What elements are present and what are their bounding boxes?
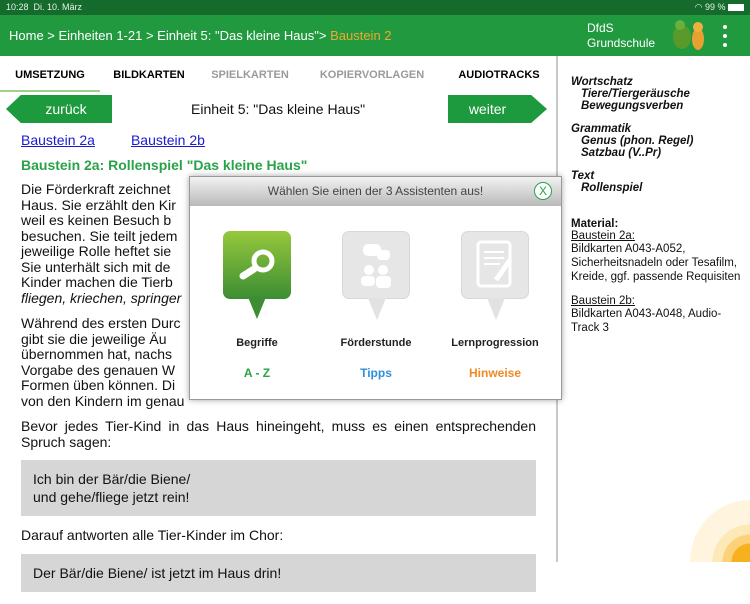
option-begriffe[interactable]: [202, 231, 312, 319]
tab-bar: UMSETZUNG BILDKARTEN SPIELKARTEN KOPIERV…: [0, 56, 556, 92]
baustein-links: Baustein 2a Baustein 2b: [21, 132, 241, 148]
text-line: fliegen, kriechen, springer: [21, 289, 182, 306]
app-header: Home > Einheiten 1-21 > Einheit 5: "Das …: [0, 15, 750, 56]
heading-text: Text: [571, 170, 595, 182]
brand-line1: DfdS: [587, 21, 614, 35]
text-line: Formen üben können. Di: [21, 377, 176, 393]
paragraph: Darauf antworten alle Tier-Kinder im Cho…: [21, 527, 284, 543]
brand: DfdS Grundschule: [587, 21, 655, 51]
breadcrumb[interactable]: Home > Einheiten 1-21 > Einheit 5: "Das …: [9, 28, 392, 43]
text-line: Die Förderkraft zeichnet: [21, 181, 171, 197]
quote-box: Der Bär/die Biene/ ist jetzt im Haus dri…: [21, 553, 536, 592]
chat-people-icon[interactable]: [342, 231, 410, 320]
link-baustein-2a[interactable]: Baustein 2a: [21, 132, 95, 148]
text-line: weil es keinen Besuch b: [21, 212, 172, 228]
breadcrumb-current: Baustein 2: [330, 28, 392, 43]
material-b2a-label: Baustein 2a:: [571, 230, 635, 242]
back-button[interactable]: zurück: [6, 95, 112, 123]
heading-material: Material:: [571, 218, 619, 230]
back-label: zurück: [45, 101, 87, 117]
heading-wortschatz: Wortschatz: [571, 76, 633, 88]
unit-title: Einheit 5: "Das kleine Haus": [191, 101, 366, 117]
next-label: weiter: [468, 101, 507, 117]
quote-box: Ich bin der Bär/die Biene/und gehe/flieg…: [21, 460, 536, 516]
next-button[interactable]: weiter: [448, 95, 547, 123]
tab-spielkarten[interactable]: SPIELKARTEN: [198, 56, 302, 92]
mascot-logo: [673, 20, 704, 50]
quote-line: und gehe/fliege jetzt rein!: [33, 489, 190, 505]
text-line: besuchen. Sie teilt jedem: [21, 227, 178, 244]
dialog-title: Wählen Sie einen der 3 Assistenten aus!: [190, 177, 561, 206]
assistant-dialog: Wählen Sie einen der 3 Assistenten aus! …: [189, 176, 562, 400]
status-bar: 10:28 Di. 10. März ◠ 99 %: [0, 0, 750, 15]
text-line: Sie unterhält sich mit de: [21, 258, 171, 275]
info-sidebar: Wortschatz Tiere/Tiergeräusche Bewegungs…: [556, 56, 750, 562]
heading-grammatik: Grammatik: [571, 123, 632, 135]
item: Satzbau (V..Pr): [581, 147, 662, 159]
close-button[interactable]: X: [534, 182, 552, 200]
battery-icon: [728, 4, 744, 12]
tab-umsetzung[interactable]: UMSETZUNG: [0, 56, 100, 92]
status-time: 10:28: [6, 2, 29, 12]
tab-bildkarten[interactable]: BILDKARTEN: [100, 56, 198, 92]
material-b2b-text: Bildkarten A043-A048, Audio-Track 3: [571, 308, 722, 334]
material-b2a-text: Bildkarten A043-A052, Sicherheitsnadeln …: [571, 243, 741, 283]
tab-kopiervorlagen[interactable]: KOPIERVORLAGEN: [302, 56, 442, 92]
text-line: Während des ersten Durc: [21, 315, 181, 331]
document-edit-icon[interactable]: [461, 231, 529, 320]
more-menu-icon[interactable]: [720, 25, 730, 47]
text-line: Vorgabe des genauen W: [21, 361, 176, 378]
option-label[interactable]: Förderstunde: [321, 337, 431, 349]
option-sub[interactable]: Tipps: [321, 366, 431, 380]
brand-line2: Grundschule: [587, 36, 656, 50]
text-line: übernommen hat, nachs: [21, 346, 172, 362]
text-line: Kinder machen die Tierb: [21, 274, 173, 290]
text-line: Haus. Sie erzählt den Kir: [21, 196, 176, 213]
item: Genus (phon. Regel): [581, 135, 694, 147]
status-date: Di. 10. März: [33, 2, 83, 12]
breadcrumb-path[interactable]: Home > Einheiten 1-21 > Einheit 5: "Das …: [9, 28, 326, 43]
option-label[interactable]: Begriffe: [202, 337, 312, 349]
item: Rollenspiel: [581, 182, 643, 194]
link-baustein-2b[interactable]: Baustein 2b: [131, 132, 205, 148]
option-sub[interactable]: Hinweise: [440, 366, 550, 380]
option-sub[interactable]: A - Z: [202, 366, 312, 380]
text-line: jeweilige Rolle heftet sie: [21, 243, 172, 259]
battery-level: 99 %: [704, 2, 726, 12]
material-b2b-label: Baustein 2b:: [571, 295, 635, 307]
option-lernprogression[interactable]: [440, 231, 550, 320]
option-label[interactable]: Lernprogression: [440, 337, 550, 349]
quote-line: Ich bin der Bär/die Biene/: [33, 471, 191, 487]
wifi-icon: ◠: [694, 2, 703, 12]
tab-audiotracks[interactable]: AUDIOTRACKS: [442, 56, 556, 92]
item: Tiere/Tiergeräusche: [581, 88, 690, 100]
text-line: gibt sie die jeweilige Äu: [21, 330, 167, 347]
paragraph: Bevor jedes Tier-Kind in das Haus hinein…: [21, 418, 536, 450]
option-foerderstunde[interactable]: [321, 231, 431, 320]
section-title: Baustein 2a: Rollenspiel "Das kleine Hau…: [21, 157, 308, 173]
text-line: von den Kindern im genau: [21, 392, 185, 409]
search-icon[interactable]: [223, 231, 291, 319]
item: Bewegungsverben: [581, 100, 684, 112]
